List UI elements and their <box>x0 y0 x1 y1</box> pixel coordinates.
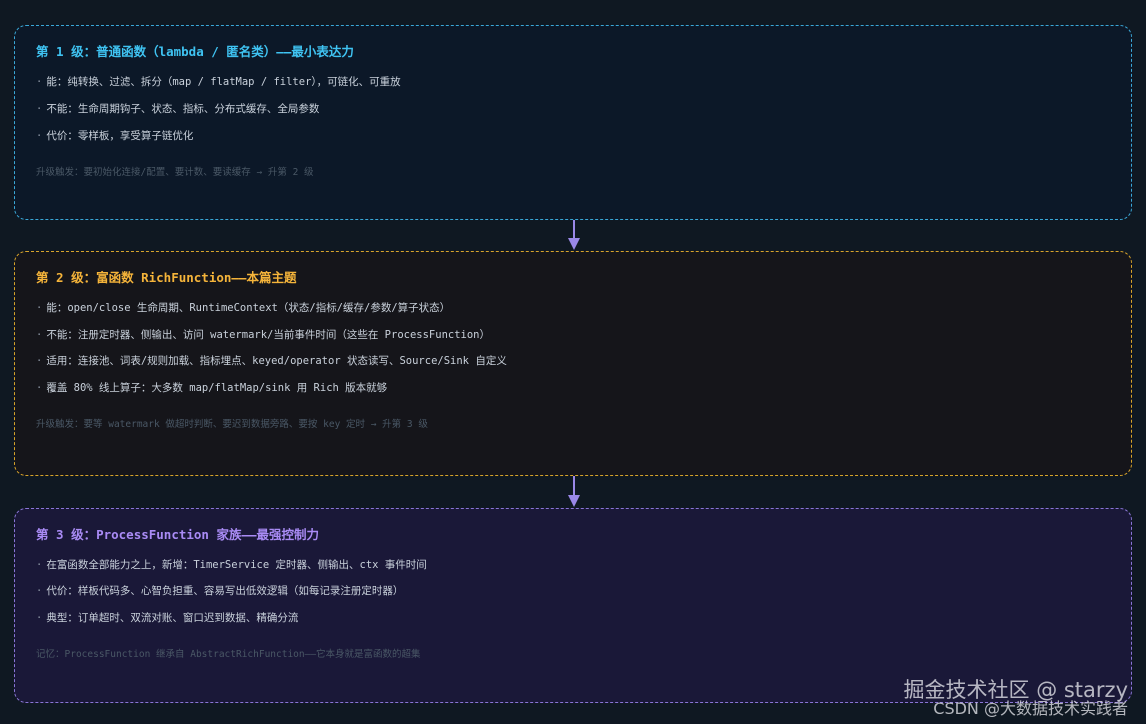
tier-1-upgrade-note: 升级触发：要初始化连接/配置、要计数、要读缓存 → 升第 2 级 <box>36 167 314 178</box>
watermark-csdn: CSDN @大数据技术实践者 <box>933 699 1128 718</box>
tier-1-title: 第 1 级：普通函数（lambda / 匿名类）——最小表达力 <box>36 44 354 59</box>
tier-2-upgrade-note: 升级触发：要等 watermark 做超时判断、要迟到数据旁路、要按 key 定… <box>36 419 428 430</box>
tier-2-bullet-1: · 能：open/close 生命周期、RuntimeContext（状态/指标/… <box>36 302 451 314</box>
tier-1-bullet-1: · 能：纯转换、过滤、拆分（map / flatMap / filter），可链化… <box>36 76 401 88</box>
tier-3-bullet-1: · 在富函数全部能力之上，新增：TimerService 定时器、侧输出、ctx … <box>36 559 427 571</box>
tier-3-memory-note: 记忆：ProcessFunction 继承自 AbstractRichFunct… <box>36 649 421 660</box>
arrow-down-icon <box>568 476 580 507</box>
diagram-canvas: 第 1 级：普通函数（lambda / 匿名类）——最小表达力 · 能：纯转换、过… <box>0 0 1146 724</box>
arrow-down-icon <box>568 220 580 250</box>
tier-2-bullet-4: · 覆盖 80% 线上算子：大多数 map/flatMap/sink 用 Rich… <box>36 382 388 394</box>
tier-3-bullet-3: · 典型：订单超时、双流对账、窗口迟到数据、精确分流 <box>36 612 299 624</box>
tier-3-title: 第 3 级：ProcessFunction 家族——最强控制力 <box>36 527 320 542</box>
tier-1-panel: 第 1 级：普通函数（lambda / 匿名类）——最小表达力 · 能：纯转换、过… <box>14 25 1132 220</box>
tier-2-title: 第 2 级：富函数 RichFunction——本篇主题 <box>36 270 297 285</box>
tier-2-bullet-3: · 适用：连接池、词表/规则加载、指标埋点、keyed/operator 状态读写… <box>36 355 507 367</box>
tier-1-bullet-3: · 代价：零样板，享受算子链优化 <box>36 130 194 142</box>
tier-1-bullet-2: · 不能：生命周期钩子、状态、指标、分布式缓存、全局参数 <box>36 103 320 115</box>
tier-2-panel: 第 2 级：富函数 RichFunction——本篇主题 · 能：open/clo… <box>14 251 1132 476</box>
tier-2-bullet-2: · 不能：注册定时器、侧输出、访问 watermark/当前事件时间（这些在 Pr… <box>36 329 491 341</box>
tier-3-bullet-2: · 代价：样板代码多、心智负担重、容易写出低效逻辑（如每记录注册定时器） <box>36 585 404 597</box>
